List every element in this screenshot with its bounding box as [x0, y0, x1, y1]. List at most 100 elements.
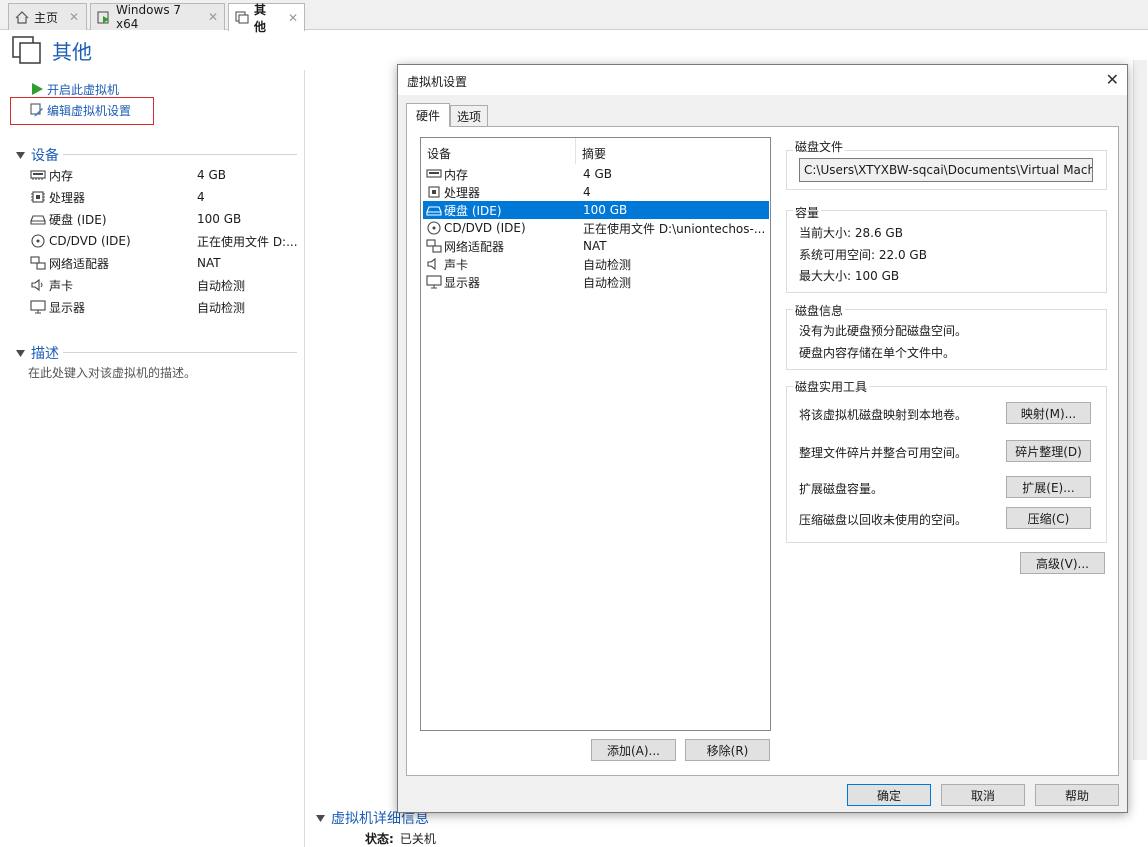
edit-settings-link[interactable]: 编辑虚拟机设置 [30, 101, 131, 119]
memory-icon [30, 170, 46, 180]
list-item[interactable]: CD/DVD (IDE) 正在使用文件 D:\uniontechos-... [423, 219, 769, 237]
disk-file-path-field[interactable]: C:\Users\XTYXBW-sqcai\Documents\Virtual … [799, 158, 1093, 182]
device-name: CD/DVD (IDE) [444, 221, 526, 235]
device-row-memory[interactable]: 内存 4 GB [30, 165, 300, 185]
device-name: 处理器 [444, 185, 481, 200]
device-row-network[interactable]: 网络适配器 NAT [30, 253, 300, 273]
chevron-down-icon [316, 814, 325, 822]
network-adapter-icon [426, 239, 442, 253]
list-item[interactable]: 声卡 自动检测 [423, 255, 769, 273]
map-button[interactable]: 映射(M)... [1006, 402, 1091, 424]
device-row-cddvd[interactable]: CD/DVD (IDE) 正在使用文件 D:... [30, 231, 300, 251]
compact-description: 压缩磁盘以回收未使用的空间。 [799, 513, 968, 527]
power-on-label: 开启此虚拟机 [47, 82, 120, 97]
device-row-display[interactable]: 显示器 自动检测 [30, 297, 300, 317]
expand-description: 扩展磁盘容量。 [799, 482, 884, 496]
tab-options[interactable]: 选项 [450, 105, 488, 127]
tab-other[interactable]: 其他 ✕ [228, 3, 305, 34]
close-icon[interactable]: ✕ [1106, 70, 1119, 89]
device-name: 声卡 [444, 257, 469, 272]
close-icon[interactable]: ✕ [288, 11, 298, 25]
device-summary: 4 [583, 185, 591, 199]
dialog-title: 虚拟机设置 [407, 75, 468, 89]
dialog-titlebar[interactable]: 虚拟机设置 ✕ [398, 65, 1127, 95]
close-icon[interactable]: ✕ [208, 10, 218, 24]
list-item[interactable]: 内存 4 GB [423, 165, 769, 183]
speaker-icon [427, 257, 436, 271]
page-title: 其他 [52, 40, 92, 64]
device-name: 网络适配器 [444, 239, 505, 254]
device-name: 硬盘 (IDE) [444, 203, 502, 218]
tab-strip: 主页 ✕ Windows 7 x64 ✕ 其他 ✕ [0, 0, 1148, 34]
power-on-link[interactable]: 开启此虚拟机 [30, 80, 119, 98]
vm-running-icon [97, 10, 109, 24]
device-summary: 100 GB [583, 203, 628, 217]
processor-icon [31, 191, 45, 203]
cancel-button[interactable]: 取消 [941, 784, 1025, 806]
column-header-summary[interactable]: 摘要 [576, 138, 606, 164]
remove-device-button[interactable]: 移除(R) [685, 739, 770, 761]
hardware-device-list[interactable]: 设备 摘要 内存 4 GB 处理器 4 硬盘 (IDE) 100 GB CD/D… [420, 137, 771, 731]
device-name: 网络适配器 [49, 256, 110, 271]
tab-home[interactable]: 主页 ✕ [8, 3, 87, 30]
help-button[interactable]: 帮助 [1035, 784, 1119, 806]
state-value: 已关机 [399, 832, 436, 846]
memory-icon [426, 169, 442, 178]
expand-button[interactable]: 扩展(E)... [1006, 476, 1091, 498]
device-row-sound[interactable]: 声卡 自动检测 [30, 275, 300, 295]
max-size-text: 最大大小: 100 GB [799, 269, 900, 283]
tab-home-label: 主页 [34, 10, 59, 25]
vm-summary-pane: 开启此虚拟机 编辑虚拟机设置 设备 内存 4 GB 处理器 4 硬盘 (IDE)… [0, 70, 305, 847]
device-name: 内存 [49, 168, 74, 183]
defragment-button[interactable]: 碎片整理(D) [1006, 440, 1091, 462]
state-label: 状态: [365, 832, 394, 846]
device-value: 自动检测 [197, 278, 246, 293]
network-adapter-icon [30, 256, 46, 270]
device-summary: 4 GB [583, 167, 612, 181]
column-header-device[interactable]: 设备 [421, 138, 576, 164]
cd-dvd-icon [427, 221, 441, 235]
device-value: 4 GB [197, 168, 226, 182]
advanced-button[interactable]: 高级(V)... [1020, 552, 1105, 574]
device-summary: 自动检测 [583, 257, 632, 272]
scrollbar[interactable] [1133, 60, 1147, 760]
play-icon [32, 83, 43, 95]
description-placeholder[interactable]: 在此处键入对该虚拟机的描述。 [28, 364, 196, 381]
device-row-processor[interactable]: 处理器 4 [30, 187, 300, 207]
defrag-description: 整理文件碎片并整合可用空间。 [799, 446, 968, 460]
disk-info-line1: 没有为此硬盘预分配磁盘空间。 [799, 324, 968, 338]
list-item[interactable]: 处理器 4 [423, 183, 769, 201]
tab-windows7[interactable]: Windows 7 x64 ✕ [90, 3, 225, 31]
add-device-button[interactable]: 添加(A)... [591, 739, 676, 761]
device-summary: 自动检测 [583, 275, 632, 290]
ok-button[interactable]: 确定 [847, 784, 931, 806]
list-header: 设备 摘要 [421, 138, 770, 164]
devices-section-header[interactable]: 设备 [16, 145, 59, 165]
list-item[interactable]: 网络适配器 NAT [423, 237, 769, 255]
vm-state-row: 状态: 已关机 [365, 830, 436, 847]
list-item[interactable]: 显示器 自动检测 [423, 273, 769, 291]
disk-file-title: 磁盘文件 [793, 138, 846, 155]
monitor-icon [30, 300, 46, 314]
processor-icon [428, 186, 440, 198]
capacity-title: 容量 [793, 204, 822, 221]
device-row-harddisk[interactable]: 硬盘 (IDE) 100 GB [30, 209, 300, 229]
map-description: 将该虚拟机磁盘映射到本地卷。 [799, 408, 968, 422]
close-icon[interactable]: ✕ [69, 10, 79, 24]
compact-button[interactable]: 压缩(C) [1006, 507, 1091, 529]
device-summary: 正在使用文件 D:\uniontechos-... [583, 221, 766, 236]
disk-info-line2: 硬盘内容存储在单个文件中。 [799, 346, 956, 360]
available-space-text: 系统可用空间: 22.0 GB [799, 248, 927, 262]
device-summary: NAT [583, 239, 607, 253]
current-size-text: 当前大小: 28.6 GB [799, 226, 903, 240]
disk-info-title: 磁盘信息 [793, 302, 846, 319]
vm-large-icon [12, 36, 41, 64]
description-section-header[interactable]: 描述 [16, 343, 59, 363]
monitor-icon [426, 275, 442, 289]
edit-settings-icon [30, 103, 43, 117]
tab-hardware[interactable]: 硬件 [406, 103, 450, 127]
description-section-title: 描述 [31, 346, 59, 362]
list-item-selected[interactable]: 硬盘 (IDE) 100 GB [423, 201, 769, 219]
device-name: 显示器 [49, 300, 86, 315]
divider [63, 154, 297, 155]
